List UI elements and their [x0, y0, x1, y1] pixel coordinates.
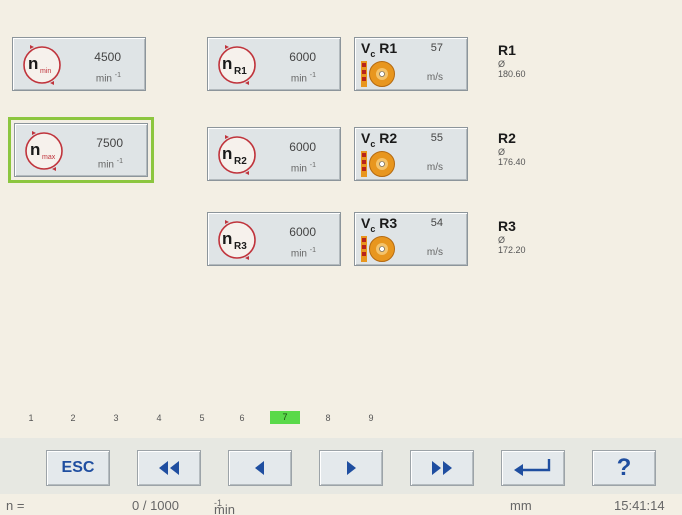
n-min-value: 4500 — [94, 50, 121, 64]
subscript: R1 — [234, 66, 247, 77]
piece-counter: 0 / 1000 — [132, 498, 179, 513]
rpm-unit: min -1 — [95, 72, 121, 85]
n-max-value: 7500 — [96, 136, 123, 150]
saw-blade-icon — [361, 60, 395, 88]
vc-unit: m/s — [426, 72, 443, 83]
fast-backward-icon — [159, 461, 179, 475]
rotation-dial-icon: n max — [25, 130, 63, 172]
mm-label: mm — [510, 498, 532, 513]
n-r3-value: 6000 — [289, 225, 316, 239]
symbol: n — [222, 229, 232, 248]
vc-unit: m/s — [426, 247, 443, 258]
vc-title: Vc R2 — [361, 130, 398, 149]
symbol: n — [222, 144, 232, 163]
n-label: n = — [6, 498, 25, 513]
r3-diameter-label: R3 Ø 172.20 — [498, 218, 558, 255]
esc-button[interactable]: ESC — [46, 450, 110, 486]
page-indicator: 1 2 3 4 5 6 7 8 9 — [0, 409, 682, 431]
vc-r3-button[interactable]: Vc R3 54 m/s — [354, 212, 468, 266]
symbol: n — [222, 54, 232, 73]
r2-name: R2 — [498, 130, 516, 146]
status-unit: min -1 — [214, 498, 235, 515]
n-r1-button[interactable]: n R1 6000 min -1 — [207, 37, 341, 91]
vc-title: Vc R3 — [361, 215, 398, 234]
fast-forward-icon — [432, 461, 452, 475]
rpm-unit: min -1 — [290, 72, 316, 85]
r3-diameter-value: 172.20 — [498, 245, 526, 255]
diameter-icon: Ø — [498, 59, 506, 69]
esc-label: ESC — [61, 459, 95, 476]
vc-r3-value: 54 — [430, 217, 443, 229]
help-button[interactable]: ? — [592, 450, 656, 486]
page-8[interactable]: 8 — [313, 413, 343, 423]
r1-name: R1 — [498, 42, 516, 58]
step-backward-icon — [255, 461, 264, 475]
symbol: n — [28, 54, 38, 73]
n-r2-value: 6000 — [289, 140, 316, 154]
page-3[interactable]: 3 — [101, 413, 131, 423]
diameter-icon: Ø — [498, 147, 506, 157]
vc-r2-button[interactable]: Vc R2 55 m/s — [354, 127, 468, 181]
vc-r1-button[interactable]: Vc R1 57 m/s — [354, 37, 468, 91]
clock: 15:41:14 — [614, 498, 665, 513]
vc-r2-value: 55 — [430, 132, 443, 144]
page-7-active[interactable]: 7 — [270, 411, 300, 424]
rotation-dial-icon: n R3 — [218, 219, 256, 261]
r1-diameter-label: R1 Ø 180.60 — [498, 42, 558, 79]
page-4[interactable]: 4 — [144, 413, 174, 423]
n-max-button[interactable]: n max 7500 min -1 — [8, 117, 154, 183]
vc-r1-value: 57 — [430, 42, 443, 54]
r2-diameter-value: 176.40 — [498, 157, 526, 167]
subscript: max — [42, 154, 56, 161]
navigation-bar: ESC ? — [0, 438, 682, 494]
help-label: ? — [616, 454, 632, 481]
page-2[interactable]: 2 — [58, 413, 88, 423]
fast-backward-button[interactable] — [137, 450, 201, 486]
page-1[interactable]: 1 — [16, 413, 46, 423]
rpm-unit: min -1 — [97, 158, 123, 171]
step-forward-icon — [347, 461, 356, 475]
vc-unit: m/s — [426, 162, 443, 173]
n-r2-button[interactable]: n R2 6000 min -1 — [207, 127, 341, 181]
fast-forward-button[interactable] — [410, 450, 474, 486]
rotation-dial-icon: n R2 — [218, 134, 256, 176]
rotation-dial-icon: n min — [23, 44, 61, 86]
subscript: min — [40, 68, 51, 75]
r1-diameter-value: 180.60 — [498, 69, 526, 79]
rpm-unit: min -1 — [290, 162, 316, 175]
vc-title: Vc R1 — [361, 40, 398, 59]
n-r3-button[interactable]: n R3 6000 min -1 — [207, 212, 341, 266]
diameter-icon: Ø — [498, 235, 506, 245]
page-6[interactable]: 6 — [227, 413, 257, 423]
n-min-button[interactable]: n min 4500 min -1 — [12, 37, 146, 91]
page-9[interactable]: 9 — [356, 413, 386, 423]
step-forward-button[interactable] — [319, 450, 383, 486]
saw-blade-icon — [361, 235, 395, 263]
saw-blade-icon — [361, 150, 395, 178]
rotation-dial-icon: n R1 — [218, 44, 256, 86]
page-5[interactable]: 5 — [187, 413, 217, 423]
subscript: R2 — [234, 156, 247, 167]
enter-return-icon — [514, 459, 551, 476]
subscript: R3 — [234, 241, 247, 252]
r3-name: R3 — [498, 218, 516, 234]
rpm-unit: min -1 — [290, 247, 316, 260]
symbol: n — [30, 140, 40, 159]
screen: n min 4500 min -1 n max 7500 min -1 n R1… — [0, 0, 682, 515]
step-backward-button[interactable] — [228, 450, 292, 486]
n-r1-value: 6000 — [289, 50, 316, 64]
enter-button[interactable] — [501, 450, 565, 486]
status-bar: n = 0 / 1000 min -1 mm 15:41:14 — [0, 494, 682, 515]
r2-diameter-label: R2 Ø 176.40 — [498, 130, 558, 167]
